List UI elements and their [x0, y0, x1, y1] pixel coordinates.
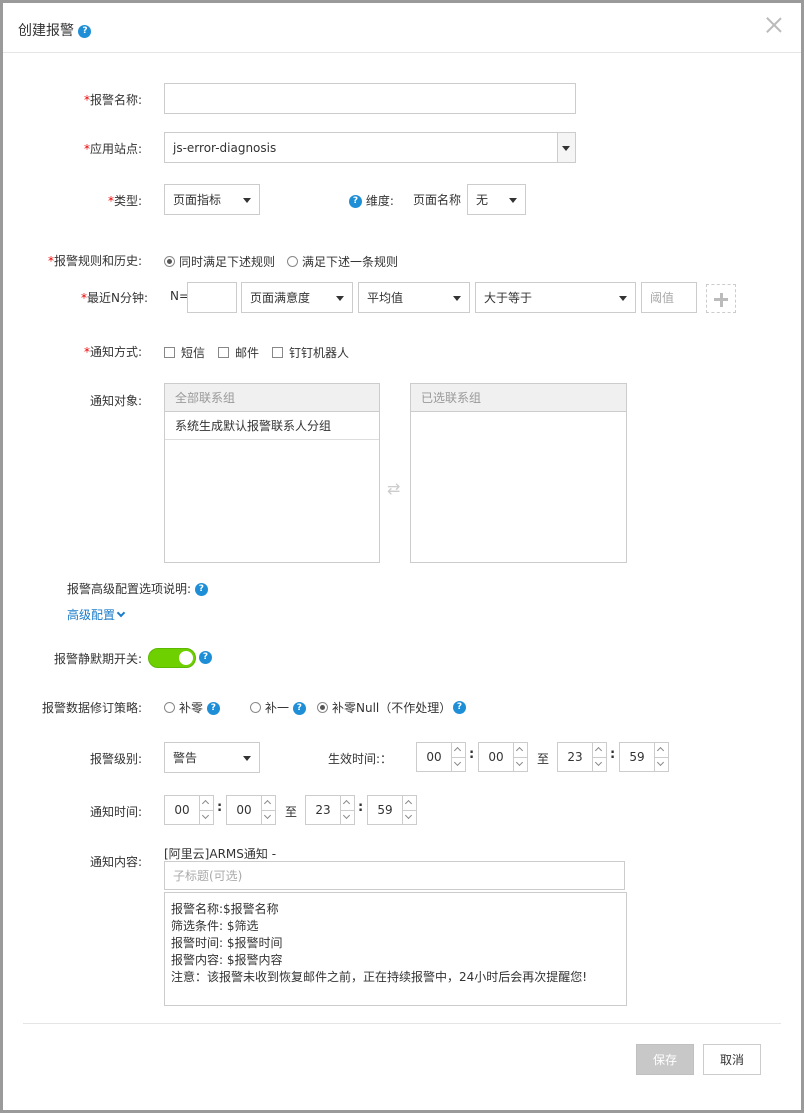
caret-down-icon [619, 295, 627, 301]
notify-content-label: 通知内容: [89, 855, 142, 869]
effective-from-minute[interactable]: 00 [478, 742, 528, 772]
effective-from-hour[interactable]: 00 [416, 742, 466, 772]
checkbox-icon[interactable] [272, 347, 283, 358]
threshold-input[interactable]: 阈值 [641, 282, 697, 313]
selected-contact-groups-header: 已选联系组 [411, 384, 626, 412]
help-icon[interactable]: ? [199, 651, 212, 664]
radio-icon[interactable] [164, 702, 175, 713]
silence-toggle[interactable] [148, 648, 196, 668]
caret-down-icon [243, 755, 251, 761]
help-icon[interactable]: ? [453, 701, 466, 714]
checkbox-icon[interactable] [218, 347, 229, 358]
all-contact-groups-header: 全部联系组 [165, 384, 379, 412]
revise-option-zero[interactable]: 补零 ? [164, 699, 220, 716]
app-site-label: *应用站点: [83, 142, 142, 156]
operator-select[interactable]: 大于等于 [475, 282, 636, 313]
caret-down-icon [243, 197, 251, 203]
rule-option-any[interactable]: 满足下述一条规则 [287, 253, 398, 270]
notify-method-label: *通知方式: [83, 345, 142, 359]
save-button[interactable]: 保存 [636, 1044, 694, 1075]
notify-content-prefix: [阿里云]ARMS通知 - [164, 847, 277, 861]
close-icon[interactable] [763, 14, 785, 36]
n-value-input[interactable] [187, 282, 237, 313]
recent-n-label: *最近N分钟: [80, 291, 148, 305]
caret-down-icon [336, 295, 344, 301]
effective-to-label: 至 [537, 752, 550, 766]
help-icon[interactable]: ? [206, 702, 220, 715]
notify-time-label: 通知时间: [89, 805, 142, 819]
caret-down-icon [509, 197, 517, 203]
notify-dingtalk-option[interactable]: 钉钉机器人 [272, 344, 349, 361]
help-icon[interactable]: ? [349, 195, 362, 208]
rule-option-all[interactable]: 同时满足下述规则 [164, 253, 275, 270]
chevron-down-icon [116, 608, 126, 618]
radio-icon[interactable] [250, 702, 261, 713]
silence-help-wrap: ? [199, 650, 212, 664]
notify-from-minute[interactable]: 00 [226, 795, 276, 825]
advanced-config-link[interactable]: 高级配置 [67, 606, 126, 623]
all-contact-groups-list[interactable]: 全部联系组 系统生成默认报警联系人分组 [164, 383, 380, 563]
notify-to-hour[interactable]: 23 [305, 795, 355, 825]
revise-null-help-wrap: ? [453, 700, 466, 714]
revise-option-one[interactable]: 补一 ? [250, 699, 306, 716]
radio-icon[interactable] [287, 256, 298, 267]
colon: : [610, 747, 616, 762]
alarm-name-input[interactable] [164, 83, 576, 114]
aggregation-select[interactable]: 平均值 [358, 282, 470, 313]
dialog-title-wrap: 创建报警 ? [18, 20, 92, 40]
type-select[interactable]: 页面指标 [164, 184, 260, 215]
help-icon[interactable]: ? [78, 24, 92, 38]
list-item[interactable]: 系统生成默认报警联系人分组 [165, 412, 379, 440]
caret-down-icon [562, 145, 570, 151]
help-icon[interactable]: ? [194, 583, 208, 596]
notify-to-label: 至 [285, 805, 298, 819]
footer-divider [23, 1023, 781, 1024]
radio-icon[interactable] [317, 702, 328, 713]
dialog-title: 创建报警 [18, 23, 74, 39]
notify-content-textarea[interactable]: 报警名称:$报警名称 筛选条件: $筛选 报警时间: $报警时间 报警内容: $… [164, 892, 627, 1006]
radio-icon[interactable] [164, 256, 175, 267]
metric-select[interactable]: 页面满意度 [241, 282, 353, 313]
alarm-name-label: *报警名称: [83, 93, 142, 107]
revise-label: 报警数据修订策略: [41, 701, 142, 715]
app-site-select[interactable]: js-error-diagnosis [164, 132, 576, 163]
dimension-field: 页面名称 [413, 193, 462, 207]
notify-email-option[interactable]: 邮件 [218, 344, 259, 361]
effective-to-hour[interactable]: 23 [557, 742, 607, 772]
notify-sms-option[interactable]: 短信 [164, 344, 205, 361]
effective-time-label: 生效时间:： [328, 752, 393, 766]
notify-target-label: 通知对象: [89, 394, 142, 408]
add-rule-plus-icon[interactable] [706, 284, 736, 313]
help-icon[interactable]: ? [292, 702, 306, 715]
checkbox-icon[interactable] [164, 347, 175, 358]
colon: : [358, 800, 364, 815]
swap-arrows-icon[interactable]: ⇄ [387, 479, 400, 498]
selected-contact-groups-list[interactable]: 已选联系组 [410, 383, 627, 563]
dimension-select[interactable]: 无 [467, 184, 526, 215]
notify-from-hour[interactable]: 00 [164, 795, 214, 825]
cancel-button[interactable]: 取消 [703, 1044, 761, 1075]
colon: : [217, 800, 223, 815]
rules-label: *报警规则和历史: [47, 254, 142, 268]
revise-option-null[interactable]: 补零Null（不作处理） [317, 699, 451, 716]
level-label: 报警级别: [89, 752, 142, 766]
dialog-header: 创建报警 ? [3, 3, 801, 53]
level-select[interactable]: 警告 [164, 742, 260, 773]
notify-to-minute[interactable]: 59 [367, 795, 417, 825]
caret-down-icon [453, 295, 461, 301]
silence-label: 报警静默期开关: [53, 652, 142, 666]
effective-to-minute[interactable]: 59 [619, 742, 669, 772]
subtitle-input[interactable]: 子标题(可选) [164, 861, 625, 890]
type-label: *类型: [107, 194, 142, 208]
advanced-config-label: 报警高级配置选项说明: ? [67, 580, 208, 597]
colon: : [469, 747, 475, 762]
dimension-label: ? 维度: [349, 192, 394, 209]
